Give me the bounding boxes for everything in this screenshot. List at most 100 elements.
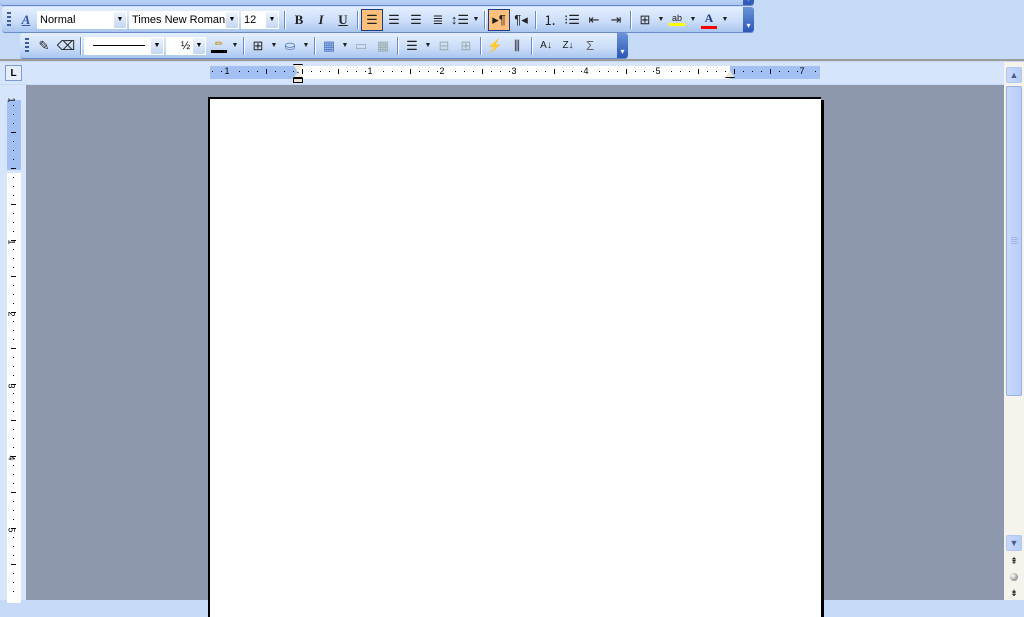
ruler-number: 4 [583, 66, 589, 76]
toolbar-grip[interactable] [7, 11, 11, 28]
font-size-combo[interactable]: 12 ▼ [241, 10, 279, 29]
vertical-ruler[interactable]: 1 1 2 3 4 5 [0, 85, 26, 603]
rtl-text-button[interactable]: ¶◂ [510, 9, 532, 31]
shading-color-button[interactable]: ⛀ [279, 35, 301, 57]
ruler-tick [11, 420, 16, 421]
text-direction-icon: ⫼ [514, 37, 520, 53]
chevron-down-icon[interactable]: ▼ [301, 42, 311, 49]
line-weight-combo[interactable]: ½ ▼ [166, 36, 206, 55]
ruler-tick [13, 321, 14, 322]
border-color-button[interactable]: ✏ [208, 35, 230, 57]
style-combo[interactable]: Normal ▼ [37, 10, 127, 29]
distribute-columns-button[interactable]: ⊞ [455, 35, 477, 57]
ruler-tick [311, 71, 312, 72]
font-combo[interactable]: Times New Roman ▼ [129, 10, 239, 29]
rtl-paragraph-icon: ¶◂ [514, 11, 528, 27]
ruler-tick [401, 71, 402, 72]
highlight-button[interactable]: ab [666, 9, 688, 31]
chevron-down-icon[interactable]: ▼ [151, 37, 163, 54]
draw-table-button[interactable]: ✎ [33, 35, 55, 57]
distribute-columns-icon: ⊞ [460, 37, 472, 53]
toolbar-options-button[interactable]: ▾ [743, 7, 754, 32]
justify-button[interactable]: ≣ [427, 9, 449, 31]
sort-descending-button[interactable]: Z↓ [557, 35, 579, 57]
chevron-down-icon[interactable]: ▼ [114, 11, 126, 28]
split-cells-button[interactable]: ▦ [372, 35, 394, 57]
chevron-down-icon[interactable]: ▼ [193, 37, 205, 54]
chevron-down-icon[interactable]: ▼ [230, 42, 240, 49]
italic-button[interactable]: I [310, 9, 332, 31]
bullets-button[interactable]: ⁝☰ [561, 9, 583, 31]
font-size-value: 12 [244, 13, 257, 26]
next-page-button[interactable]: ⇟ [1006, 586, 1022, 600]
separator [484, 10, 485, 29]
chevron-down-icon[interactable]: ▼ [340, 42, 350, 49]
eraser-button[interactable]: ⌫ [55, 35, 77, 57]
separator [243, 36, 244, 55]
ruler-number: 1 [367, 66, 373, 76]
align-right-button[interactable]: ☰ [405, 9, 427, 31]
document-page[interactable] [208, 97, 821, 617]
line-spacing-button[interactable]: ↕☰ [449, 9, 471, 31]
ruler-tick [581, 71, 582, 72]
ruler-tick [13, 546, 14, 547]
chevron-down-icon[interactable]: ▼ [266, 11, 278, 28]
chevron-down-icon[interactable]: ▼ [269, 42, 279, 49]
line-style-sample [93, 45, 145, 46]
ruler-tick [752, 71, 753, 72]
bold-button[interactable]: B [288, 9, 310, 31]
sort-ascending-button[interactable]: A↓ [535, 35, 557, 57]
borders-button[interactable]: ⊞ [634, 9, 656, 31]
font-color-button[interactable]: A [698, 9, 720, 31]
ruler-tick [13, 555, 14, 556]
autosum-button[interactable]: Σ [579, 35, 601, 57]
line-weight-value: ½ [181, 39, 191, 52]
ruler-tick [13, 582, 14, 583]
merge-cells-button[interactable]: ▭ [350, 35, 372, 57]
ruler-tick [13, 285, 14, 286]
table-autoformat-button[interactable]: ⚡ [484, 35, 506, 57]
separator [357, 10, 358, 29]
align-left-button[interactable]: ☰ [361, 8, 383, 31]
scroll-thumb[interactable] [1006, 86, 1022, 396]
previous-page-button[interactable]: ⇞ [1006, 554, 1022, 568]
left-indent-marker[interactable] [293, 78, 303, 83]
toolbar-options-button[interactable]: ▾ [743, 0, 754, 5]
chevron-down-icon[interactable]: ▼ [656, 16, 666, 23]
separator [480, 36, 481, 55]
numbering-button[interactable]: ⒈ [539, 9, 561, 31]
ruler-tick [13, 366, 14, 367]
paint-bucket-icon: ⛀ [284, 37, 296, 53]
chevron-down-icon[interactable]: ▼ [688, 16, 698, 23]
tab-selector-button[interactable]: L [5, 65, 22, 81]
styles-and-formatting-icon[interactable]: A [15, 9, 37, 31]
ruler-tick [13, 195, 14, 196]
align-cell-button[interactable]: ☰ [401, 35, 423, 57]
line-style-combo[interactable]: ▼ [84, 36, 164, 55]
increase-indent-button[interactable]: ⇥ [605, 9, 627, 31]
decrease-indent-button[interactable]: ⇤ [583, 9, 605, 31]
select-browse-object-button[interactable] [1006, 570, 1022, 584]
chevron-down-icon[interactable]: ▼ [720, 16, 730, 23]
outside-border-button[interactable]: ⊞ [247, 35, 269, 57]
ruler-number: 2 [439, 66, 445, 76]
chevron-down-icon[interactable]: ▼ [226, 11, 238, 28]
font-color-swatch [701, 25, 717, 29]
ruler-tick [392, 71, 393, 72]
toolbar-grip[interactable] [25, 37, 29, 54]
underline-button[interactable]: U [332, 9, 354, 31]
chevron-down-icon[interactable]: ▼ [471, 16, 481, 23]
insert-table-button[interactable]: ▦ [318, 35, 340, 57]
horizontal-ruler[interactable]: L 1 1 2 3 4 5 7 [0, 62, 1004, 84]
toolbar-options-button[interactable]: ▾ [617, 33, 628, 58]
ruler-tick [13, 249, 14, 250]
change-text-direction-button[interactable]: ⫼ [506, 35, 528, 57]
center-button[interactable]: ☰ [383, 9, 405, 31]
scroll-down-button[interactable]: ▼ [1006, 535, 1022, 551]
chevron-down-icon[interactable]: ▼ [423, 42, 433, 49]
scroll-up-button[interactable]: ▲ [1006, 67, 1022, 83]
ltr-text-button[interactable]: ▸¶ [488, 8, 510, 31]
distribute-rows-button[interactable]: ⊟ [433, 35, 455, 57]
vertical-scrollbar[interactable]: ▲ ▼ ⇞ ⇟ [1004, 62, 1024, 600]
ruler-tick [11, 312, 16, 313]
